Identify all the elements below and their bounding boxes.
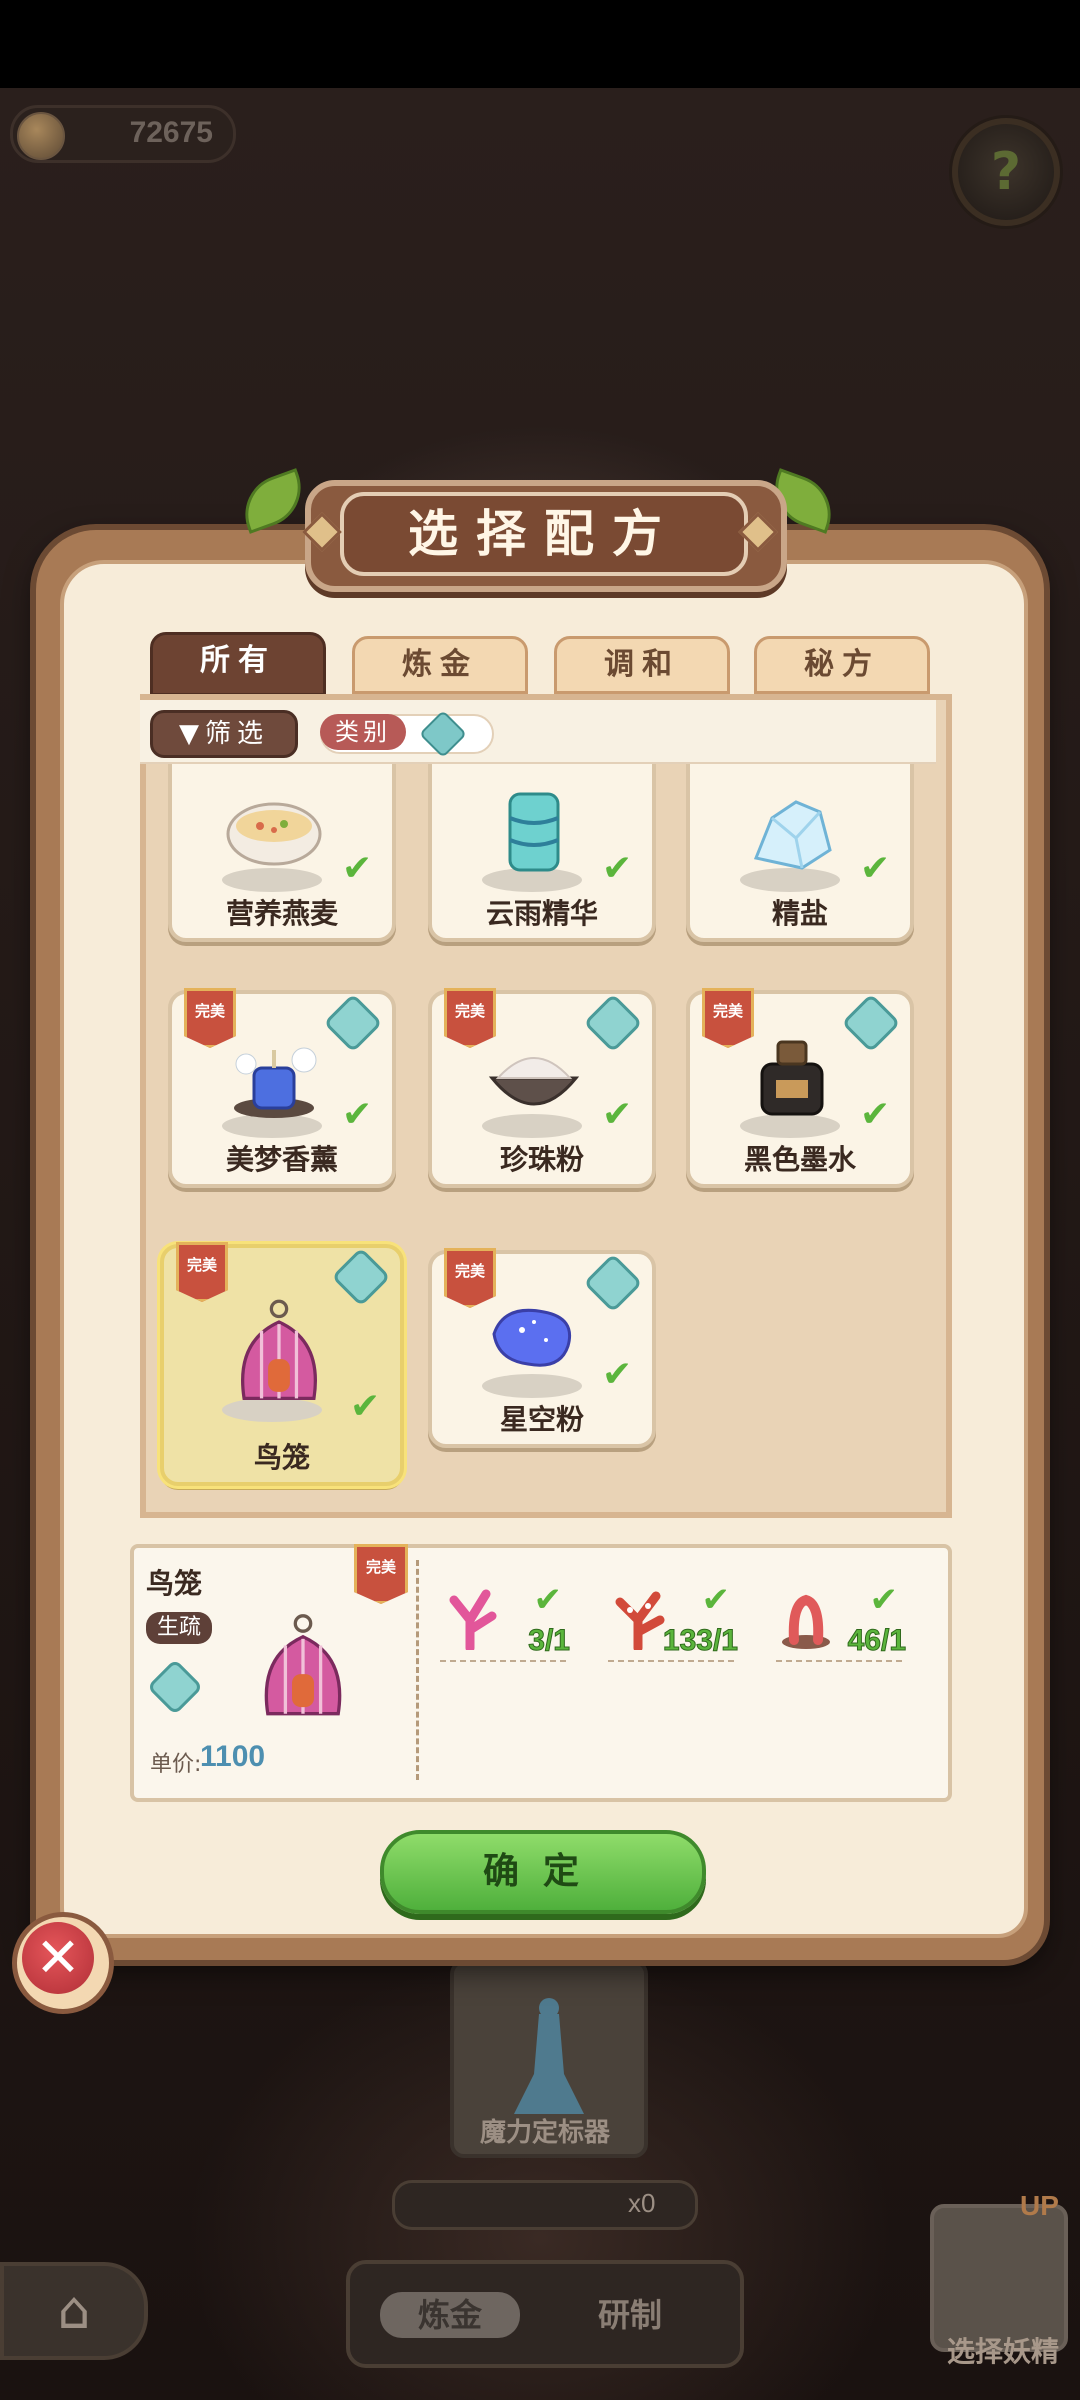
recipe-name: 珍珠粉 — [499, 1143, 584, 1176]
background-device-label: 魔力定标器 — [479, 2118, 610, 2148]
pink-coral-icon — [449, 1589, 497, 1653]
home-button: ⌂ — [0, 2262, 148, 2360]
recipe-name: 精盐 — [771, 897, 828, 930]
recipe-name: 营养燕麦 — [225, 897, 338, 930]
detail-divider — [416, 1560, 419, 1780]
check-icon: ✔ — [860, 848, 891, 889]
check-icon: ✔ — [701, 1580, 731, 1620]
recipe-card[interactable]: 完美 ✔ 黑色墨水 — [686, 988, 914, 1188]
detail-perfect-badge: 完美 — [354, 1544, 408, 1604]
category-label: 类别 — [320, 714, 406, 750]
background-tab-alchemy: 炼金 — [380, 2292, 520, 2338]
recipe-card[interactable]: 完美 ✔ 珍珠粉 — [428, 988, 656, 1188]
status-bar — [0, 0, 1080, 88]
ingredient-slot: ✔ 3/1 — [440, 1580, 571, 1662]
gem-icon — [583, 1253, 643, 1313]
detail-birdcage-icon — [264, 1614, 342, 1716]
recipe-name: 鸟笼 — [253, 1441, 310, 1474]
background-tab-research: 研制 — [597, 2296, 662, 2334]
aroma-candle-icon — [234, 1047, 317, 1118]
check-icon: ✔ — [533, 1580, 563, 1620]
oatmeal-bowl-icon — [226, 802, 322, 866]
check-icon: ✔ — [860, 1094, 891, 1135]
check-icon: ✔ — [342, 848, 373, 889]
cloud-rain-jar-icon — [508, 792, 560, 872]
ingredient-slot: ✔ 133/1 — [608, 1580, 739, 1662]
red-white-coral-icon — [615, 1591, 665, 1653]
tab-blend[interactable]: 调和 — [554, 636, 730, 694]
tab-secret[interactable]: 秘方 — [754, 636, 930, 694]
starry-powder-icon — [492, 1308, 571, 1367]
gem-icon — [323, 993, 383, 1053]
filter-button[interactable]: ▼筛选 — [150, 710, 298, 758]
recipe-card[interactable]: ✔ 营养燕麦 — [168, 764, 396, 942]
check-icon: ✔ — [602, 1094, 633, 1135]
detail-name: 鸟笼 — [146, 1567, 203, 1600]
price-label: 单价: — [150, 1752, 202, 1777]
recipe-card-selected[interactable]: 完美 ✔ 鸟笼 — [160, 1242, 404, 1486]
close-button[interactable]: ✕ — [22, 1922, 94, 1994]
check-icon: ✔ — [350, 1386, 381, 1427]
tab-alchemy[interactable]: 炼金 — [352, 636, 528, 694]
gem-icon — [331, 1247, 391, 1307]
ingredient-slot: ✔ 46/1 — [776, 1580, 907, 1662]
home-icon: ⌂ — [57, 2281, 91, 2341]
gem-icon — [583, 993, 643, 1053]
tab-all[interactable]: 所有 — [150, 632, 326, 696]
help-button[interactable]: ? — [952, 118, 1060, 226]
currency-display: 72675 — [10, 105, 236, 163]
price-value: 1100 — [200, 1740, 266, 1773]
check-icon: ✔ — [342, 1094, 373, 1135]
check-icon: ✔ — [869, 1580, 899, 1620]
dialog-title: 选择配方 — [408, 505, 680, 563]
ingredient-count: 133/1 — [662, 1624, 738, 1658]
currency-amount: 72675 — [129, 116, 213, 149]
recipe-card[interactable]: ✔ 精盐 — [686, 764, 914, 942]
ingredient-count: 3/1 — [528, 1624, 571, 1658]
salt-crystal-icon — [753, 800, 832, 870]
select-fairy-label: 选择妖精 — [946, 2335, 1059, 2368]
recipe-name: 云雨精华 — [485, 897, 598, 930]
gem-icon — [841, 993, 901, 1053]
proficiency-tag: 生疏 — [146, 1612, 212, 1644]
red-worm-coral-icon — [782, 1594, 830, 1649]
background-counter: x0 — [628, 2188, 656, 2218]
fairy-up-badge: UP — [1020, 2190, 1059, 2221]
ink-bottle-icon — [760, 1040, 824, 1116]
recipe-name: 星空粉 — [499, 1403, 584, 1436]
confirm-button[interactable]: 确定 — [380, 1830, 706, 1914]
check-icon: ✔ — [602, 848, 633, 889]
recipe-card[interactable]: ✔ 云雨精华 — [428, 764, 656, 942]
coin-icon — [17, 112, 65, 160]
leaf-help-icon: ? — [990, 142, 1022, 202]
perfect-badge: 完美 — [176, 1242, 228, 1302]
recipe-name: 黑色墨水 — [743, 1143, 856, 1176]
recipe-card[interactable]: 完美 ✔ 美梦香薰 — [168, 988, 396, 1188]
birdcage-icon — [241, 1299, 317, 1400]
filter-label: 筛选 — [204, 719, 269, 749]
recipe-list: ✔ 营养燕麦 ✔ 云雨精华 ✔ 精盐 完美 ✔ 美梦香薰 完美 ✔ 珍珠粉 完美… — [146, 764, 934, 1500]
close-icon: ✕ — [35, 1926, 81, 1989]
recipe-name: 美梦香薰 — [225, 1143, 338, 1176]
check-icon: ✔ — [602, 1354, 633, 1395]
pearl-powder-bowl-icon — [488, 1057, 580, 1106]
funnel-icon: ▼ — [178, 719, 205, 749]
ingredient-count: 46/1 — [847, 1624, 906, 1658]
recipe-card[interactable]: 完美 ✔ 星空粉 — [428, 1248, 656, 1448]
